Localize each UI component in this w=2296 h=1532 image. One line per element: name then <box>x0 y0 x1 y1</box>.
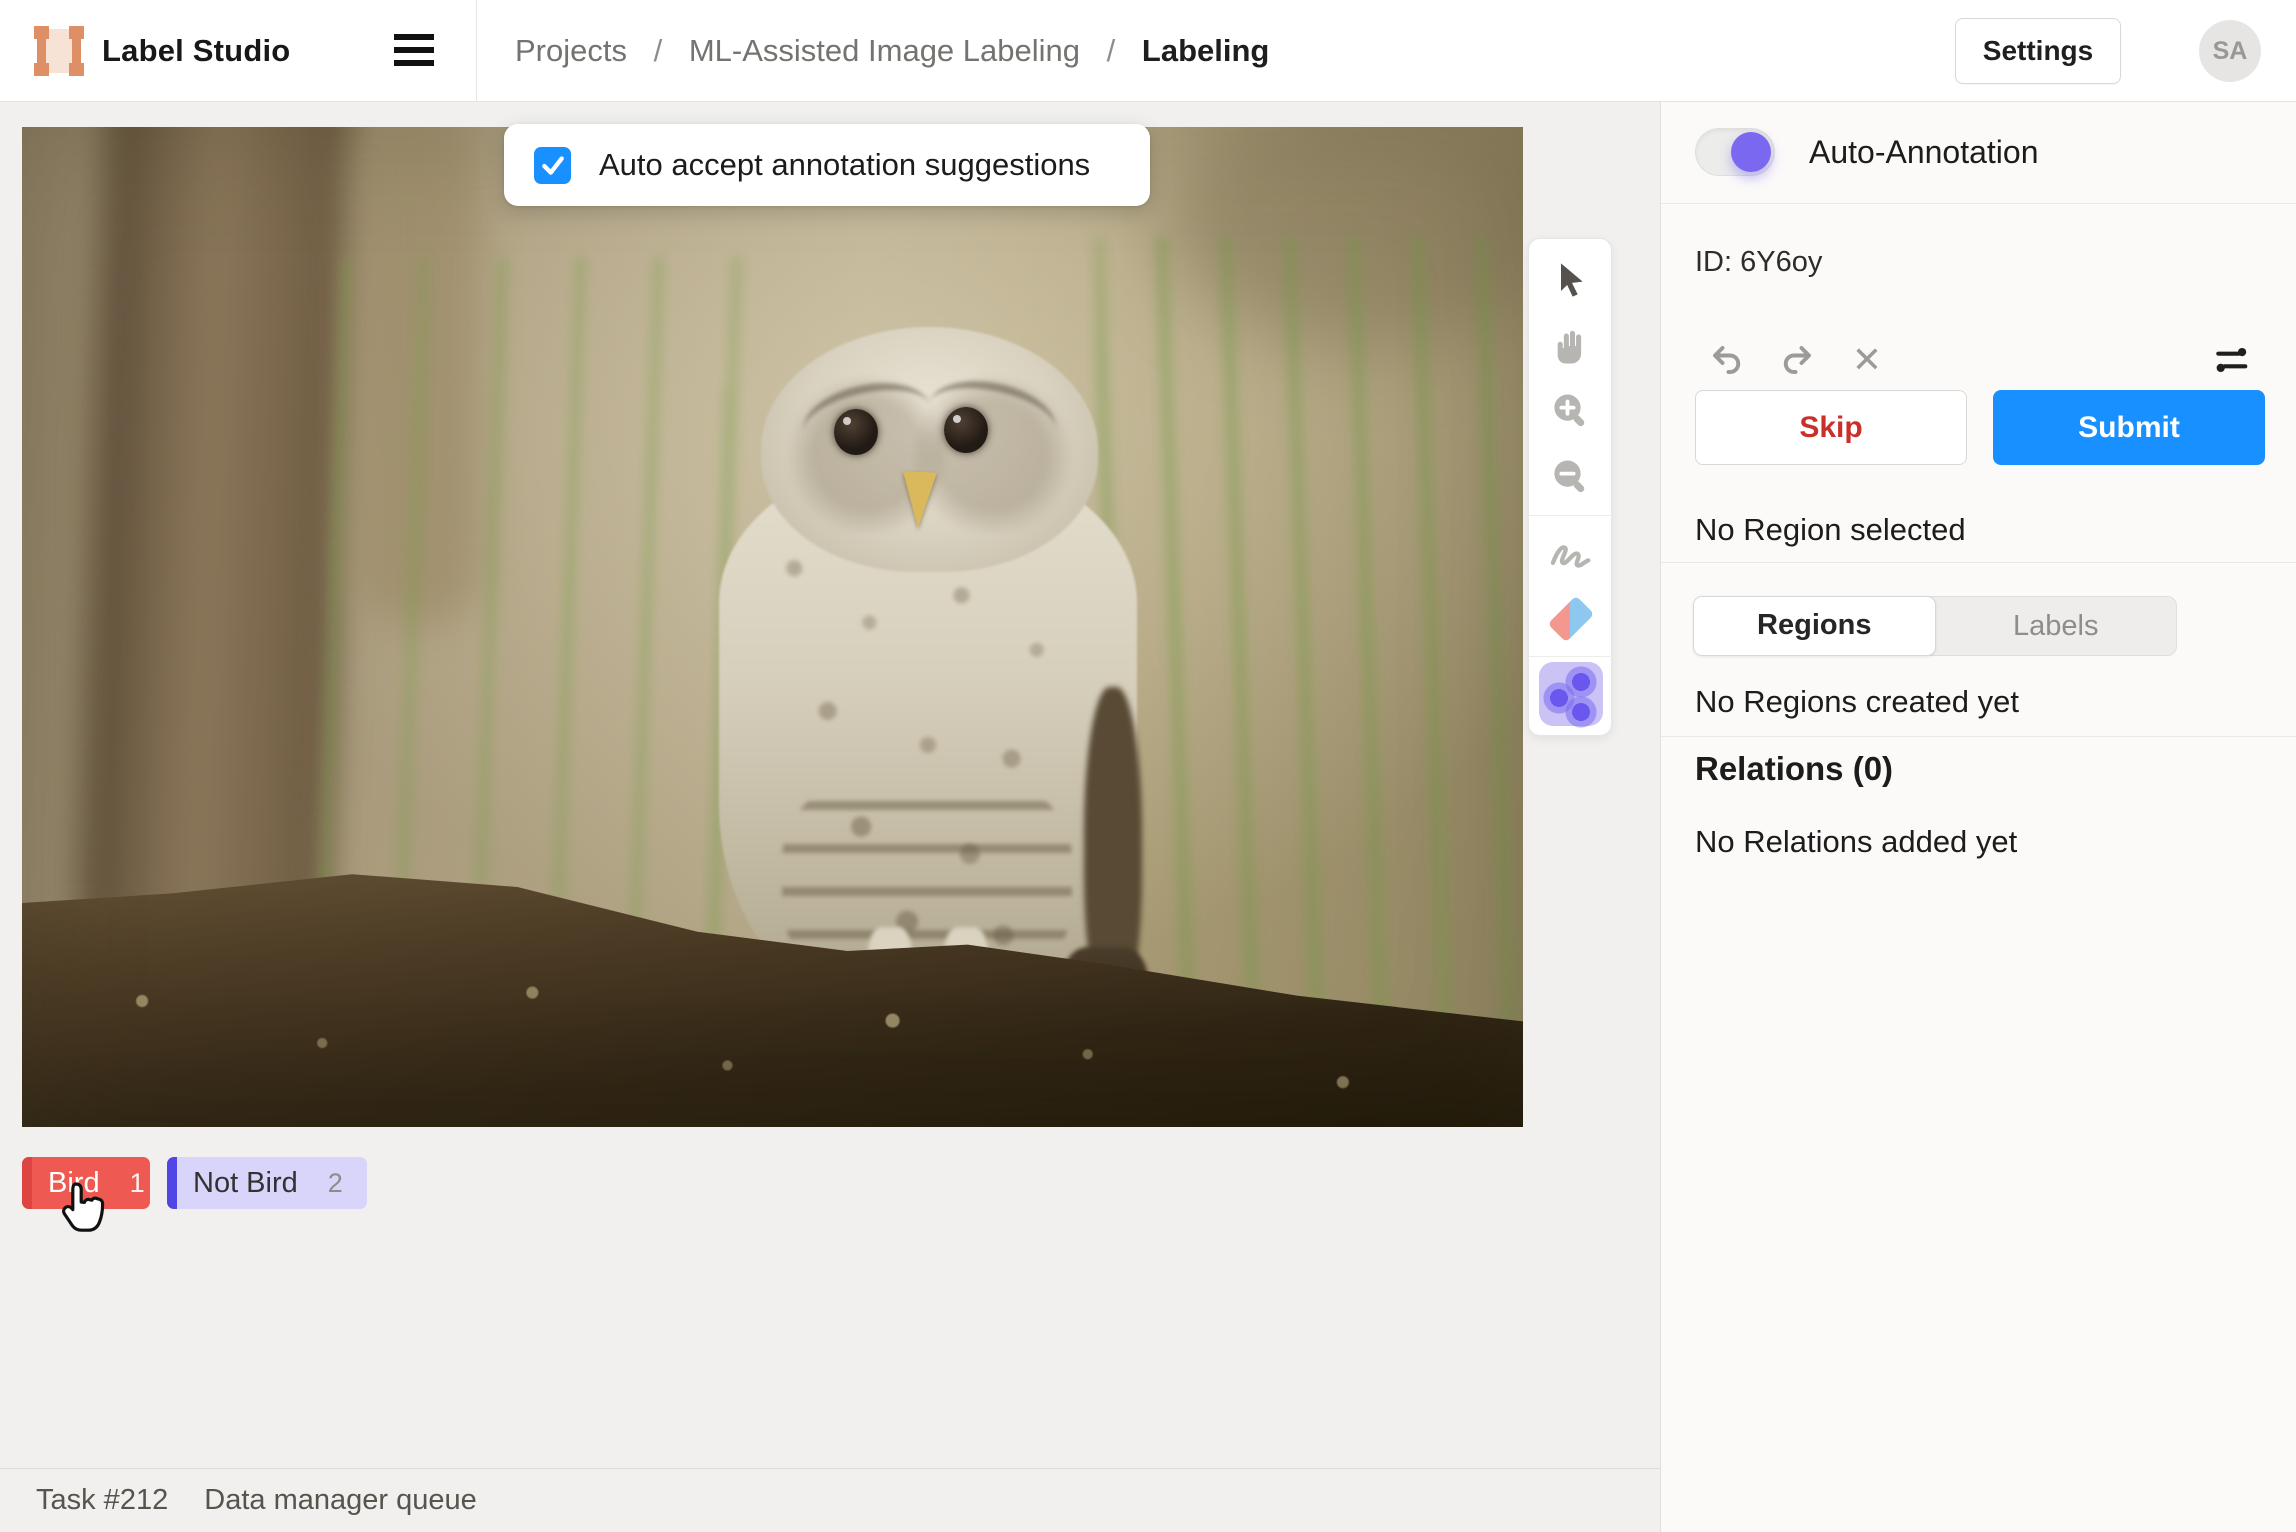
auto-accept-label: Auto accept annotation suggestions <box>599 147 1090 183</box>
relations-empty-text: No Relations added yet <box>1695 824 2017 860</box>
auto-annotation-label: Auto-Annotation <box>1809 102 2039 203</box>
annotation-sidebar: Auto-Annotation ID: 6Y6oy ✕ <box>1660 102 2296 1532</box>
sidebar-divider <box>1661 203 2296 204</box>
breadcrumb-labeling: Labeling <box>1142 33 1269 68</box>
zoom-in-tool-button[interactable] <box>1529 379 1613 445</box>
label-not-bird-button[interactable]: Not Bird 2 <box>167 1157 367 1209</box>
magic-wand-tool-button[interactable] <box>1529 661 1613 727</box>
regions-labels-tabs: Regions Labels <box>1693 596 2177 656</box>
task-image-canvas[interactable] <box>22 127 1523 1127</box>
labels-row: Bird 1 Not Bird 2 <box>22 1157 367 1209</box>
sidebar-divider <box>1661 562 2296 563</box>
label-studio-logo-icon <box>37 29 81 73</box>
eraser-tool-button[interactable] <box>1529 586 1613 652</box>
settings-button[interactable]: Settings <box>1955 18 2121 84</box>
labeling-workspace: Auto accept annotation suggestions Bird … <box>0 102 1660 1532</box>
brush-tool-button[interactable] <box>1529 520 1613 586</box>
redo-button[interactable] <box>1775 338 1819 382</box>
auto-accept-checkbox[interactable] <box>534 147 571 184</box>
hand-icon <box>1550 325 1592 367</box>
zoom-out-icon <box>1550 457 1592 499</box>
label-hotkey: 1 <box>130 1168 145 1199</box>
zoom-out-tool-button[interactable] <box>1529 445 1613 511</box>
view-settings-button[interactable] <box>2209 338 2253 382</box>
toolbar-divider <box>1529 515 1613 516</box>
reset-annotation-button[interactable]: ✕ <box>1845 338 1889 382</box>
header-divider <box>476 0 477 102</box>
task-actions: Skip Submit <box>1661 390 2296 466</box>
breadcrumb: Projects / ML-Assisted Image Labeling / … <box>515 0 1269 102</box>
skip-button[interactable]: Skip <box>1695 390 1967 465</box>
queue-name: Data manager queue <box>204 1484 476 1516</box>
label-color-stripe <box>22 1157 32 1209</box>
pan-tool-button[interactable] <box>1529 313 1613 379</box>
sidebar-divider <box>1661 736 2296 737</box>
label-studio-app: Label Studio Projects / ML-Assisted Imag… <box>0 0 2296 1532</box>
auto-accept-banner: Auto accept annotation suggestions <box>504 124 1150 206</box>
checkmark-icon <box>540 152 566 178</box>
pointer-tool-button[interactable] <box>1529 247 1613 313</box>
magic-wand-icon <box>1539 662 1603 726</box>
submit-button[interactable]: Submit <box>1993 390 2265 465</box>
annotation-id: ID: 6Y6oy <box>1695 246 1822 279</box>
breadcrumb-separator: / <box>1107 33 1116 68</box>
pointer-icon <box>1551 260 1591 300</box>
tab-labels[interactable]: Labels <box>1936 597 2177 655</box>
history-controls: ✕ <box>1661 338 2296 382</box>
breadcrumb-project-name[interactable]: ML-Assisted Image Labeling <box>689 33 1080 68</box>
label-bird-button[interactable]: Bird 1 <box>22 1157 150 1209</box>
brush-icon <box>1548 533 1594 573</box>
task-status-bar: Task #212 Data manager queue <box>0 1468 1660 1532</box>
sliders-icon <box>2212 341 2250 379</box>
undo-icon <box>1709 342 1745 378</box>
regions-empty-text: No Regions created yet <box>1695 684 2019 720</box>
app-title: Label Studio <box>102 0 290 102</box>
label-color-stripe <box>167 1157 177 1209</box>
tab-regions[interactable]: Regions <box>1693 596 1936 656</box>
top-bar: Label Studio Projects / ML-Assisted Imag… <box>0 0 2296 102</box>
label-hotkey: 2 <box>328 1168 343 1199</box>
eraser-icon <box>1548 596 1595 643</box>
undo-button[interactable] <box>1705 338 1749 382</box>
redo-icon <box>1779 342 1815 378</box>
toggle-knob <box>1731 132 1771 172</box>
relations-title: Relations (0) <box>1695 750 1893 788</box>
zoom-in-icon <box>1550 391 1592 433</box>
tool-palette <box>1528 238 1612 736</box>
toolbar-divider <box>1529 656 1613 657</box>
auto-annotation-toggle[interactable] <box>1695 128 1775 176</box>
label-name: Bird <box>48 1167 100 1200</box>
avatar[interactable]: SA <box>2199 20 2261 82</box>
label-name: Not Bird <box>193 1167 298 1200</box>
hamburger-menu-icon[interactable] <box>392 31 438 71</box>
auto-annotation-row: Auto-Annotation <box>1661 102 2296 203</box>
region-status-text: No Region selected <box>1695 512 1966 548</box>
breadcrumb-projects[interactable]: Projects <box>515 33 627 68</box>
task-id: Task #212 <box>36 1484 168 1516</box>
breadcrumb-separator: / <box>654 33 663 68</box>
